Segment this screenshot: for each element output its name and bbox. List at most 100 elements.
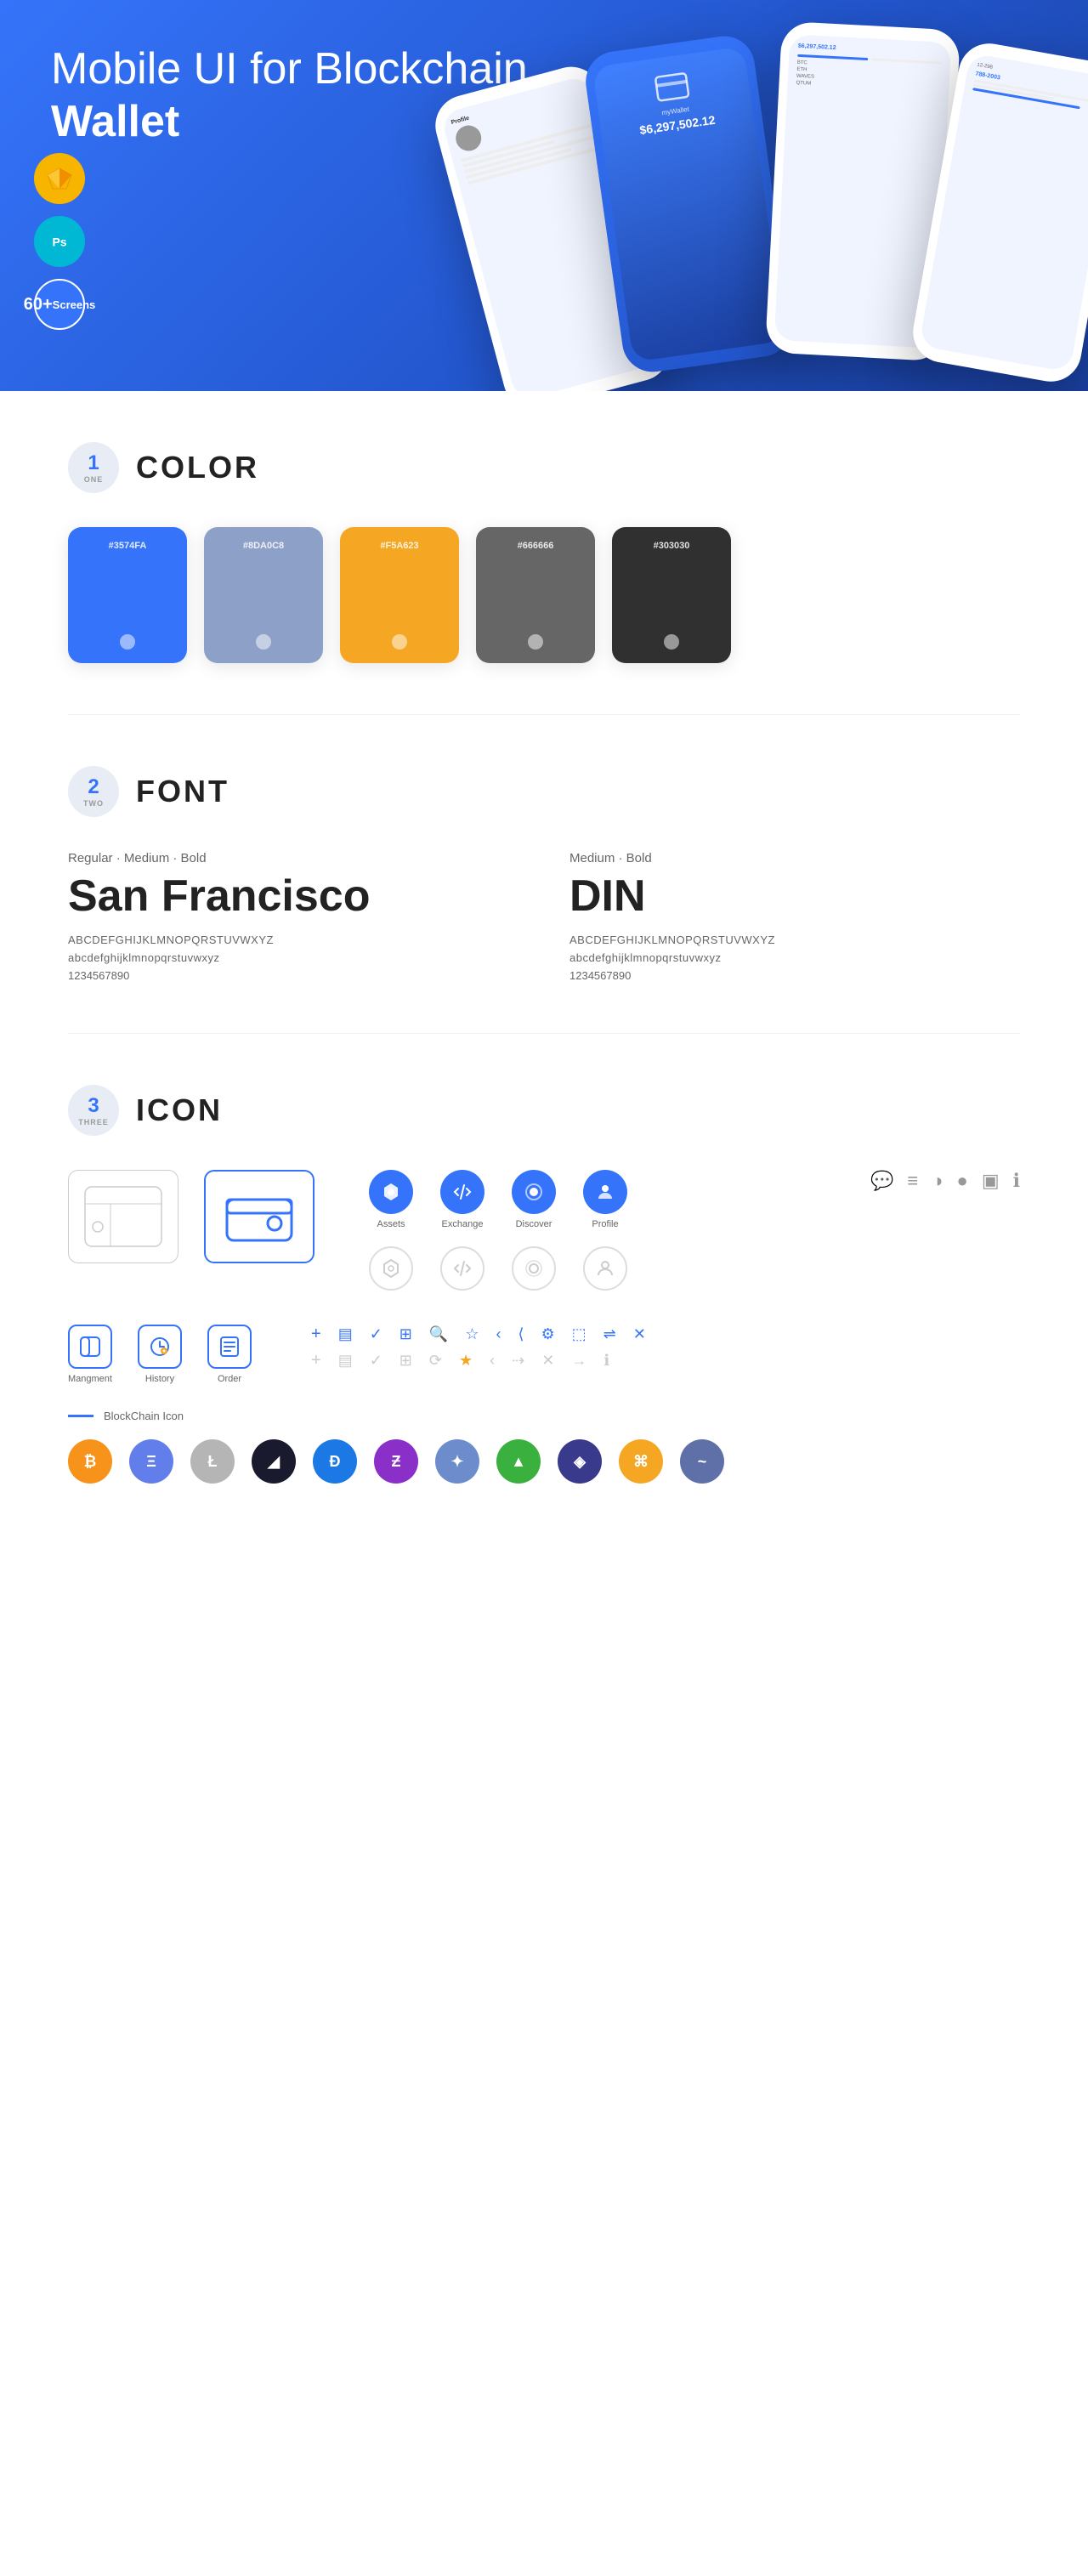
coin-icon-10: ~ — [680, 1439, 724, 1484]
star-icon: ☆ — [465, 1325, 479, 1343]
grid-icon: ⊞ — [400, 1325, 412, 1343]
color-swatch: #3574FA — [68, 527, 187, 663]
layers-icon: ≡ — [907, 1170, 918, 1192]
sketch-badge — [34, 153, 85, 204]
check-icon: ✓ — [370, 1325, 382, 1343]
list-gray-icon: ▤ — [338, 1352, 353, 1370]
chevron-gray-icon: ‹ — [490, 1352, 495, 1370]
font-section-header: 2 TWO FONT — [68, 766, 1020, 817]
blockchain-section: BlockChain Icon ₿ΞŁ◢ĐƵ✦▲◈⌘~ — [68, 1410, 1020, 1484]
color-section-header: 1 ONE COLOR — [68, 442, 1020, 493]
star-active-icon: ★ — [459, 1352, 473, 1370]
coin-icon-4: Đ — [313, 1439, 357, 1484]
profile-icon-item: Profile — [580, 1170, 631, 1229]
color-number-circle: 1 ONE — [68, 442, 119, 493]
color-dot — [392, 634, 407, 650]
plus-gray-icon: + — [311, 1351, 321, 1370]
share-icon: ⟨ — [518, 1325, 524, 1343]
font-din: Medium · Bold DIN ABCDEFGHIJKLMNOPQRSTUV… — [570, 851, 1020, 982]
comment-icon: 💬 — [870, 1170, 893, 1192]
history-icon-item: History — [138, 1325, 182, 1384]
check-gray-icon: ✓ — [370, 1352, 382, 1370]
info-gray-icon: ℹ — [604, 1352, 609, 1370]
coin-icon-9: ⌘ — [619, 1439, 663, 1484]
phones-container: Profile myWallet $6,297,502.12 — [468, 26, 1088, 391]
profile-outline-icon — [580, 1246, 631, 1291]
color-dot — [256, 634, 271, 650]
info-icon: ℹ — [1013, 1170, 1020, 1192]
color-dot — [664, 634, 679, 650]
color-swatch: #8DA0C8 — [204, 527, 323, 663]
hero-badges: Ps 60+ Screens — [34, 153, 85, 330]
color-swatches: #3574FA #8DA0C8 #F5A623 #666666 #303030 — [68, 527, 1020, 663]
swap-icon: ⇌ — [604, 1325, 616, 1343]
close-icon: ✕ — [633, 1325, 646, 1343]
blockchain-line — [68, 1415, 94, 1417]
screens-badge: 60+ Screens — [34, 279, 85, 330]
assets-icon — [369, 1170, 413, 1214]
icon-section-title: ICON — [136, 1092, 223, 1128]
discover-outline-icon — [508, 1246, 559, 1291]
coins-row: ₿ΞŁ◢ĐƵ✦▲◈⌘~ — [68, 1439, 1020, 1484]
chevron-left-icon: ‹ — [496, 1325, 501, 1343]
moon-icon: ◑ — [932, 1170, 943, 1192]
color-section: 1 ONE COLOR #3574FA #8DA0C8 #F5A623 #666… — [0, 391, 1088, 714]
wallet-icons-group — [68, 1170, 314, 1263]
circle-icon: ● — [957, 1170, 968, 1192]
refresh-gray-icon: ⟳ — [429, 1352, 442, 1370]
misc-icons-block: + ▤ ✓ ⊞ 🔍 ☆ ‹ ⟨ ⚙ ⬚ ⇌ ✕ + ▤ ✓ ⊞ ⟳ ★ — [311, 1325, 646, 1370]
font-number-circle: 2 TWO — [68, 766, 119, 817]
forward-gray-icon: ⇢ — [512, 1352, 524, 1370]
settings-icon: ⚙ — [541, 1325, 554, 1343]
coin-icon-3: ◢ — [252, 1439, 296, 1484]
blockchain-label: BlockChain Icon — [104, 1410, 184, 1422]
blockchain-label-row: BlockChain Icon — [68, 1410, 1020, 1422]
grid-gray-icon: ⊞ — [400, 1352, 412, 1370]
coin-icon-0: ₿ — [68, 1439, 112, 1484]
color-section-title: COLOR — [136, 450, 259, 485]
exchange-icon-item: Exchange — [437, 1170, 488, 1229]
arrow-gray-icon: → — [571, 1352, 586, 1370]
discover-icon — [512, 1170, 556, 1214]
app-icons-row: Mangment History — [68, 1325, 1020, 1384]
coin-icon-1: Ξ — [129, 1439, 173, 1484]
font-section-title: FONT — [136, 774, 230, 809]
profile-icon — [583, 1170, 627, 1214]
font-section: 2 TWO FONT Regular · Medium · Bold San F… — [0, 715, 1088, 1033]
wallet-icon-solid — [204, 1170, 314, 1263]
exchange-icon — [440, 1170, 484, 1214]
chat-icon: ▣ — [982, 1170, 1000, 1192]
color-dot — [528, 634, 543, 650]
order-icon — [207, 1325, 252, 1369]
ps-badge: Ps — [34, 216, 85, 267]
color-swatch: #F5A623 — [340, 527, 459, 663]
coin-icon-6: ✦ — [435, 1439, 479, 1484]
icon-number-circle: 3 THREE — [68, 1085, 119, 1136]
wallet-icon-grid — [68, 1170, 178, 1263]
hero-section: Mobile UI for Blockchain Wallet UI Kit P… — [0, 0, 1088, 391]
font-grid: Regular · Medium · Bold San Francisco AB… — [68, 851, 1020, 982]
export-icon: ⬚ — [572, 1325, 586, 1343]
font-san-francisco: Regular · Medium · Bold San Francisco AB… — [68, 851, 518, 982]
list-icon: ▤ — [338, 1325, 353, 1343]
management-icon-item: Mangment — [68, 1325, 112, 1384]
svg-text:Ps: Ps — [52, 235, 66, 249]
search-icon: 🔍 — [429, 1325, 448, 1343]
exchange-outline-icon — [437, 1246, 488, 1291]
discover-icon-item: Discover — [508, 1170, 559, 1229]
icon-section-header: 3 THREE ICON — [68, 1085, 1020, 1136]
coin-icon-2: Ł — [190, 1439, 235, 1484]
plus-icon: + — [311, 1325, 321, 1344]
coin-icon-8: ◈ — [558, 1439, 602, 1484]
color-swatch: #303030 — [612, 527, 731, 663]
assets-icon-item: Assets — [366, 1170, 416, 1229]
close-gray-icon: ✕ — [541, 1352, 554, 1370]
assets-outline-icon — [366, 1246, 416, 1291]
color-dot — [120, 634, 135, 650]
coin-icon-5: Ƶ — [374, 1439, 418, 1484]
nav-icons-group: Assets Exchange Discover — [366, 1170, 631, 1291]
management-icon — [68, 1325, 112, 1369]
misc-icons-column: 💬 ≡ ◑ ● ▣ ℹ — [870, 1170, 1020, 1206]
history-icon — [138, 1325, 182, 1369]
color-swatch: #666666 — [476, 527, 595, 663]
